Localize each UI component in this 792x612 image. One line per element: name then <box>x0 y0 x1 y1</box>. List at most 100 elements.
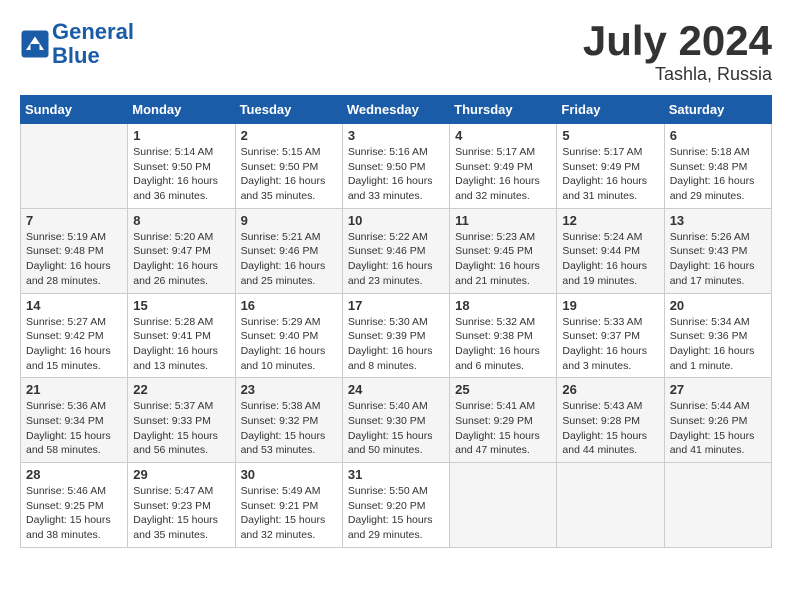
calendar-cell: 21 Sunrise: 5:36 AM Sunset: 9:34 PM Dayli… <box>21 378 128 463</box>
day-info: Sunrise: 5:16 AM Sunset: 9:50 PM Dayligh… <box>348 145 444 204</box>
day-number: 12 <box>562 213 658 228</box>
day-number: 20 <box>670 298 766 313</box>
calendar-cell: 19Sunrise: 5:33 AM Sunset: 9:37 PM Dayli… <box>557 293 664 378</box>
day-number: 3 <box>348 128 444 143</box>
calendar-cell: 7 Sunrise: 5:19 AM Sunset: 9:48 PM Daylig… <box>21 208 128 293</box>
day-info: Sunrise: 5:30 AM Sunset: 9:39 PM Dayligh… <box>348 315 444 374</box>
day-info: Sunrise: 5:36 AM Sunset: 9:34 PM Dayligh… <box>26 399 122 458</box>
weekday-header-saturday: Saturday <box>664 96 771 124</box>
day-info: Sunrise: 5:34 AM Sunset: 9:36 PM Dayligh… <box>670 315 766 374</box>
weekday-header-friday: Friday <box>557 96 664 124</box>
day-info: Sunrise: 5:24 AM Sunset: 9:44 PM Dayligh… <box>562 230 658 289</box>
calendar-cell: 2 Sunrise: 5:15 AM Sunset: 9:50 PM Daylig… <box>235 124 342 209</box>
day-number: 25 <box>455 382 551 397</box>
day-number: 22 <box>133 382 229 397</box>
day-number: 28 <box>26 467 122 482</box>
day-number: 18 <box>455 298 551 313</box>
calendar-cell: 13 Sunrise: 5:26 AM Sunset: 9:43 PM Dayli… <box>664 208 771 293</box>
calendar-cell <box>664 463 771 548</box>
calendar-week-row: 14 Sunrise: 5:27 AM Sunset: 9:42 PM Dayli… <box>21 293 772 378</box>
calendar-cell: 18Sunrise: 5:32 AM Sunset: 9:38 PM Dayli… <box>450 293 557 378</box>
day-number: 21 <box>26 382 122 397</box>
calendar-cell <box>450 463 557 548</box>
calendar-cell: 11 Sunrise: 5:23 AM Sunset: 9:45 PM Dayli… <box>450 208 557 293</box>
calendar-week-row: 7 Sunrise: 5:19 AM Sunset: 9:48 PM Daylig… <box>21 208 772 293</box>
day-info: Sunrise: 5:22 AM Sunset: 9:46 PM Dayligh… <box>348 230 444 289</box>
day-number: 29 <box>133 467 229 482</box>
day-info: Sunrise: 5:43 AM Sunset: 9:28 PM Dayligh… <box>562 399 658 458</box>
month-year-title: July 2024 <box>583 20 772 62</box>
title-block: July 2024 Tashla, Russia <box>583 20 772 85</box>
day-info: Sunrise: 5:21 AM Sunset: 9:46 PM Dayligh… <box>241 230 337 289</box>
calendar-week-row: 1 Sunrise: 5:14 AM Sunset: 9:50 PM Daylig… <box>21 124 772 209</box>
calendar-table: SundayMondayTuesdayWednesdayThursdayFrid… <box>20 95 772 548</box>
day-info: Sunrise: 5:49 AM Sunset: 9:21 PM Dayligh… <box>241 484 337 543</box>
weekday-header-monday: Monday <box>128 96 235 124</box>
day-number: 23 <box>241 382 337 397</box>
day-info: Sunrise: 5:41 AM Sunset: 9:29 PM Dayligh… <box>455 399 551 458</box>
day-number: 16 <box>241 298 337 313</box>
calendar-cell: 27 Sunrise: 5:44 AM Sunset: 9:26 PM Dayli… <box>664 378 771 463</box>
day-number: 2 <box>241 128 337 143</box>
day-number: 4 <box>455 128 551 143</box>
calendar-cell: 12 Sunrise: 5:24 AM Sunset: 9:44 PM Dayli… <box>557 208 664 293</box>
day-number: 24 <box>348 382 444 397</box>
day-info: Sunrise: 5:27 AM Sunset: 9:42 PM Dayligh… <box>26 315 122 374</box>
day-number: 30 <box>241 467 337 482</box>
calendar-cell: 15Sunrise: 5:28 AM Sunset: 9:41 PM Dayli… <box>128 293 235 378</box>
day-info: Sunrise: 5:18 AM Sunset: 9:48 PM Dayligh… <box>670 145 766 204</box>
calendar-cell: 28 Sunrise: 5:46 AM Sunset: 9:25 PM Dayli… <box>21 463 128 548</box>
day-number: 13 <box>670 213 766 228</box>
day-info: Sunrise: 5:28 AM Sunset: 9:41 PM Dayligh… <box>133 315 229 374</box>
calendar-cell: 24 Sunrise: 5:40 AM Sunset: 9:30 PM Dayli… <box>342 378 449 463</box>
day-number: 11 <box>455 213 551 228</box>
weekday-header-sunday: Sunday <box>21 96 128 124</box>
calendar-cell: 9 Sunrise: 5:21 AM Sunset: 9:46 PM Daylig… <box>235 208 342 293</box>
calendar-cell: 26 Sunrise: 5:43 AM Sunset: 9:28 PM Dayli… <box>557 378 664 463</box>
day-info: Sunrise: 5:15 AM Sunset: 9:50 PM Dayligh… <box>241 145 337 204</box>
day-number: 6 <box>670 128 766 143</box>
day-number: 17 <box>348 298 444 313</box>
calendar-cell <box>21 124 128 209</box>
day-info: Sunrise: 5:23 AM Sunset: 9:45 PM Dayligh… <box>455 230 551 289</box>
calendar-cell: 22 Sunrise: 5:37 AM Sunset: 9:33 PM Dayli… <box>128 378 235 463</box>
day-number: 14 <box>26 298 122 313</box>
day-info: Sunrise: 5:50 AM Sunset: 9:20 PM Dayligh… <box>348 484 444 543</box>
day-info: Sunrise: 5:44 AM Sunset: 9:26 PM Dayligh… <box>670 399 766 458</box>
calendar-cell: 6 Sunrise: 5:18 AM Sunset: 9:48 PM Daylig… <box>664 124 771 209</box>
day-info: Sunrise: 5:14 AM Sunset: 9:50 PM Dayligh… <box>133 145 229 204</box>
weekday-header-tuesday: Tuesday <box>235 96 342 124</box>
day-number: 31 <box>348 467 444 482</box>
day-info: Sunrise: 5:40 AM Sunset: 9:30 PM Dayligh… <box>348 399 444 458</box>
day-number: 26 <box>562 382 658 397</box>
calendar-cell: 8Sunrise: 5:20 AM Sunset: 9:47 PM Daylig… <box>128 208 235 293</box>
calendar-week-row: 21 Sunrise: 5:36 AM Sunset: 9:34 PM Dayli… <box>21 378 772 463</box>
logo: General Blue <box>20 20 134 68</box>
weekday-header-thursday: Thursday <box>450 96 557 124</box>
day-number: 1 <box>133 128 229 143</box>
calendar-cell: 3 Sunrise: 5:16 AM Sunset: 9:50 PM Daylig… <box>342 124 449 209</box>
calendar-cell: 4Sunrise: 5:17 AM Sunset: 9:49 PM Daylig… <box>450 124 557 209</box>
calendar-cell: 20 Sunrise: 5:34 AM Sunset: 9:36 PM Dayli… <box>664 293 771 378</box>
calendar-cell <box>557 463 664 548</box>
day-info: Sunrise: 5:29 AM Sunset: 9:40 PM Dayligh… <box>241 315 337 374</box>
day-info: Sunrise: 5:46 AM Sunset: 9:25 PM Dayligh… <box>26 484 122 543</box>
day-info: Sunrise: 5:19 AM Sunset: 9:48 PM Dayligh… <box>26 230 122 289</box>
calendar-cell: 16 Sunrise: 5:29 AM Sunset: 9:40 PM Dayli… <box>235 293 342 378</box>
day-number: 19 <box>562 298 658 313</box>
logo-icon <box>20 29 50 59</box>
day-info: Sunrise: 5:26 AM Sunset: 9:43 PM Dayligh… <box>670 230 766 289</box>
day-number: 27 <box>670 382 766 397</box>
calendar-cell: 29Sunrise: 5:47 AM Sunset: 9:23 PM Dayli… <box>128 463 235 548</box>
day-number: 5 <box>562 128 658 143</box>
day-number: 7 <box>26 213 122 228</box>
calendar-cell: 14 Sunrise: 5:27 AM Sunset: 9:42 PM Dayli… <box>21 293 128 378</box>
calendar-cell: 25 Sunrise: 5:41 AM Sunset: 9:29 PM Dayli… <box>450 378 557 463</box>
day-info: Sunrise: 5:17 AM Sunset: 9:49 PM Dayligh… <box>562 145 658 204</box>
calendar-cell: 5 Sunrise: 5:17 AM Sunset: 9:49 PM Daylig… <box>557 124 664 209</box>
day-info: Sunrise: 5:37 AM Sunset: 9:33 PM Dayligh… <box>133 399 229 458</box>
day-info: Sunrise: 5:38 AM Sunset: 9:32 PM Dayligh… <box>241 399 337 458</box>
location-subtitle: Tashla, Russia <box>583 64 772 85</box>
calendar-cell: 31 Sunrise: 5:50 AM Sunset: 9:20 PM Dayli… <box>342 463 449 548</box>
day-number: 9 <box>241 213 337 228</box>
